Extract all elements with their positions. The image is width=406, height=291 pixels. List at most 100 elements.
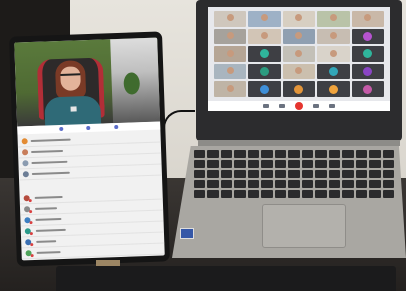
- participant-tile: [351, 46, 384, 62]
- keyboard-key: [220, 180, 233, 188]
- keyboard-key: [220, 160, 233, 168]
- muted-badge-icon: [28, 199, 32, 203]
- keyboard-key: [369, 190, 381, 198]
- keyboard-key: [355, 190, 368, 198]
- photo-scene: [0, 0, 406, 291]
- mute-icon: [263, 104, 269, 108]
- participant-name: [35, 218, 62, 221]
- participant-avatar: [328, 84, 338, 94]
- tablet: [9, 31, 170, 267]
- camera-icon: [59, 126, 64, 132]
- laptop-keyboard: [194, 150, 394, 198]
- keyboard-key: [247, 180, 260, 188]
- glasses: [60, 73, 81, 81]
- muted-badge-icon: [29, 232, 33, 236]
- keyboard-key: [274, 170, 287, 178]
- keyboard-key: [247, 160, 260, 168]
- laptop-lid: [196, 0, 402, 141]
- participant-name: [34, 195, 63, 199]
- keyboard-key: [301, 170, 314, 178]
- participant-tile: [351, 63, 384, 80]
- muted-badge-icon: [30, 254, 34, 258]
- keyboard-key: [328, 190, 341, 198]
- participant-head: [329, 32, 337, 40]
- keyboard-key: [207, 150, 219, 158]
- participant-tile: [317, 28, 350, 45]
- keyboard-key: [247, 190, 260, 198]
- keyboard-key: [355, 180, 368, 188]
- participant-avatar: [294, 84, 304, 94]
- keyboard-key: [261, 180, 273, 188]
- keyboard-key: [247, 170, 260, 178]
- keyboard-key: [342, 190, 354, 198]
- participant-tile: [248, 63, 281, 80]
- mic-icon: [86, 125, 91, 131]
- muted-badge-icon: [29, 221, 33, 225]
- muted-badge-icon: [30, 243, 34, 247]
- participant-tile: [317, 46, 350, 62]
- keyboard-key: [194, 180, 206, 188]
- keyboard-key: [328, 170, 341, 178]
- tablet-screen: [14, 37, 165, 261]
- participant-tile: [351, 28, 384, 45]
- keyboard-key: [234, 160, 246, 168]
- keyboard-key: [315, 180, 327, 188]
- participant-tile: [282, 63, 316, 80]
- keyboard-key: [301, 190, 314, 198]
- keyboard-key: [355, 160, 368, 168]
- keyboard-key: [355, 150, 368, 158]
- end-call-icon: [295, 102, 303, 110]
- participant-avatar: [22, 171, 29, 178]
- muted-badge-icon: [29, 210, 33, 214]
- participant-tile: [214, 46, 247, 62]
- keyboard-key: [234, 150, 246, 158]
- participant-name: [35, 207, 58, 210]
- keyboard-key: [342, 150, 354, 158]
- webcam-video: [14, 37, 161, 128]
- keyboard-key: [382, 160, 394, 168]
- participant-name: [36, 251, 61, 254]
- participant-head: [261, 14, 269, 22]
- keyboard-key: [328, 180, 341, 188]
- participant-head: [364, 14, 372, 22]
- keyboard-key: [369, 170, 381, 178]
- participant-tile: [317, 11, 350, 27]
- participant-head: [226, 14, 234, 22]
- participant-tile: [214, 11, 247, 27]
- participant-name: [35, 228, 66, 232]
- meeting-toolbar: [208, 101, 390, 111]
- keyboard-key: [207, 160, 219, 168]
- keyboard-key: [207, 190, 219, 198]
- keyboard-key: [194, 150, 206, 158]
- participant-tile: [214, 81, 247, 97]
- charging-cable: [163, 110, 195, 172]
- keyboard-key: [194, 160, 206, 168]
- participant-list: [17, 131, 165, 260]
- participant-avatar: [22, 160, 29, 167]
- keyboard-key: [382, 190, 394, 198]
- participant-avatar: [363, 31, 373, 41]
- keyboard-key: [315, 170, 327, 178]
- participant-avatar: [363, 49, 373, 59]
- participant-avatar: [363, 67, 373, 77]
- participant-head: [295, 14, 303, 22]
- participant-tile: [317, 81, 350, 97]
- keyboard-key: [274, 150, 287, 158]
- keyboard-key: [315, 150, 327, 158]
- participant-avatar: [21, 149, 29, 156]
- keyboard-key: [261, 160, 273, 168]
- keyboard-key: [369, 180, 381, 188]
- participant-head: [226, 49, 234, 57]
- participant-head: [261, 32, 269, 40]
- participant-tile: [214, 28, 247, 45]
- external-keyboard: [56, 266, 396, 291]
- hangup-icon: [114, 124, 119, 130]
- keyboard-key: [328, 150, 341, 158]
- laptop-touchpad: [262, 204, 346, 248]
- keyboard-key: [355, 170, 368, 178]
- shirt-logo: [70, 106, 77, 112]
- chat-icon: [329, 104, 335, 108]
- keyboard-key: [315, 160, 327, 168]
- participant-tile: [282, 81, 316, 97]
- participant-tile: [317, 63, 350, 80]
